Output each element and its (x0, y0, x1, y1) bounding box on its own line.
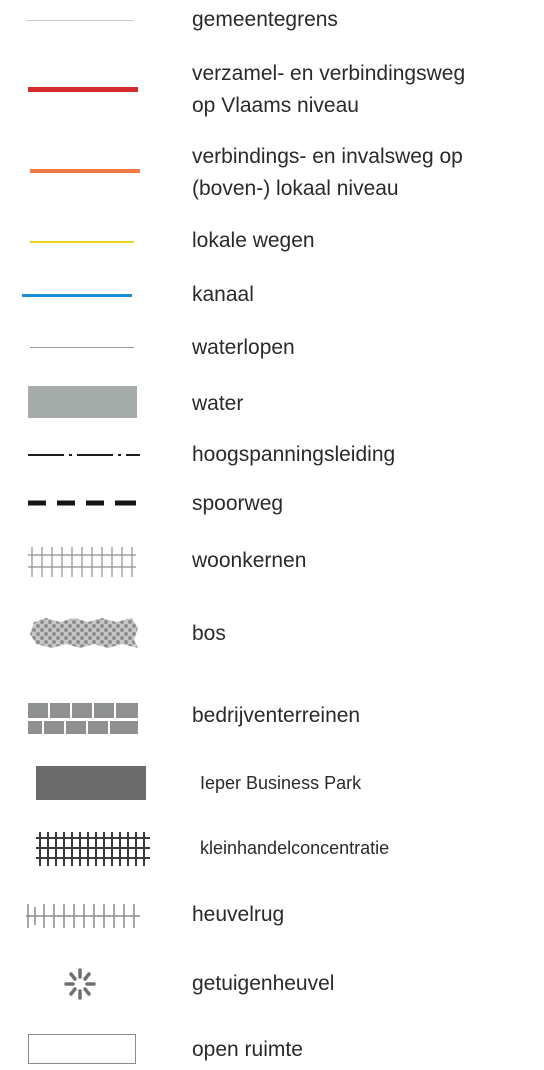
business-park-symbol (36, 766, 146, 800)
legend-item-gemeentegrens: gemeentegrens (0, 0, 544, 40)
verzamelweg-symbol (28, 87, 138, 92)
legend-item-hoogspanningsleiding: hoogspanningsleiding (0, 438, 544, 474)
gemeentegrens-symbol (26, 20, 134, 21)
legend-item-heuvelrug: heuvelrug (0, 896, 544, 940)
lokale-wegen-symbol (30, 241, 134, 243)
invalsweg-label-line1: verbindings- en invalsweg op (192, 145, 463, 168)
hoogspanningsleiding-label: hoogspanningsleiding (192, 443, 396, 466)
invalsweg-label-line2: (boven-) lokaal niveau (192, 177, 399, 200)
legend-item-bos: bos (0, 612, 544, 656)
legend-item-kanaal: kanaal (0, 278, 544, 314)
lokale-wegen-label: lokale wegen (192, 229, 315, 252)
legend-item-woonkernen: woonkernen (0, 540, 544, 584)
hoogspanningsleiding-symbol (28, 454, 140, 456)
spoorweg-label: spoorweg (192, 492, 284, 515)
verzamelweg-label-line2: op Vlaams niveau (192, 94, 359, 117)
kanaal-label: kanaal (192, 283, 254, 306)
invalsweg-symbol (30, 169, 140, 173)
kleinhandel-symbol (36, 832, 150, 866)
waterlopen-symbol (30, 347, 134, 348)
water-label: water (192, 392, 244, 415)
spoorweg-symbol (28, 500, 136, 506)
water-symbol (28, 386, 137, 418)
legend-item-waterlopen: waterlopen (0, 331, 544, 367)
getuigenheuvel-symbol (64, 968, 96, 1000)
bedrijventerreinen-symbol (28, 703, 138, 734)
legend-item-bedrijventerreinen: bedrijventerreinen (0, 694, 544, 738)
heuvelrug-label: heuvelrug (192, 903, 285, 926)
woonkernen-label: woonkernen (192, 549, 307, 572)
verzamelweg-label-line1: verzamel- en verbindingsweg (192, 62, 466, 85)
legend-item-business-park: Ieper Business Park (0, 762, 544, 806)
open-ruimte-symbol (28, 1034, 136, 1064)
kanaal-symbol (22, 294, 132, 297)
legend-item-water: water (0, 383, 544, 423)
gemeentegrens-label: gemeentegrens (192, 8, 338, 31)
getuigenheuvel-label: getuigenheuvel (192, 972, 335, 995)
legend-item-kleinhandel: kleinhandelconcentratie (0, 826, 544, 870)
legend-item-spoorweg: spoorweg (0, 488, 544, 524)
kleinhandel-label: kleinhandelconcentratie (200, 838, 390, 858)
open-ruimte-label: open ruimte (192, 1038, 303, 1061)
business-park-label: Ieper Business Park (200, 773, 362, 793)
legend-item-getuigenheuvel: getuigenheuvel (0, 964, 544, 1008)
bos-label: bos (192, 622, 226, 645)
heuvelrug-symbol (26, 904, 140, 928)
bedrijventerreinen-label: bedrijventerreinen (192, 704, 361, 727)
legend-item-verzamelweg: verzamel- en verbindingsweg op Vlaams ni… (0, 55, 544, 125)
waterlopen-label: waterlopen (192, 336, 295, 359)
woonkernen-symbol (28, 547, 136, 577)
bos-symbol (30, 618, 138, 648)
legend-item-invalsweg: verbindings- en invalsweg op (boven-) lo… (0, 139, 544, 209)
legend-item-open-ruimte: open ruimte (0, 1030, 544, 1070)
legend-item-lokale-wegen: lokale wegen (0, 224, 544, 260)
